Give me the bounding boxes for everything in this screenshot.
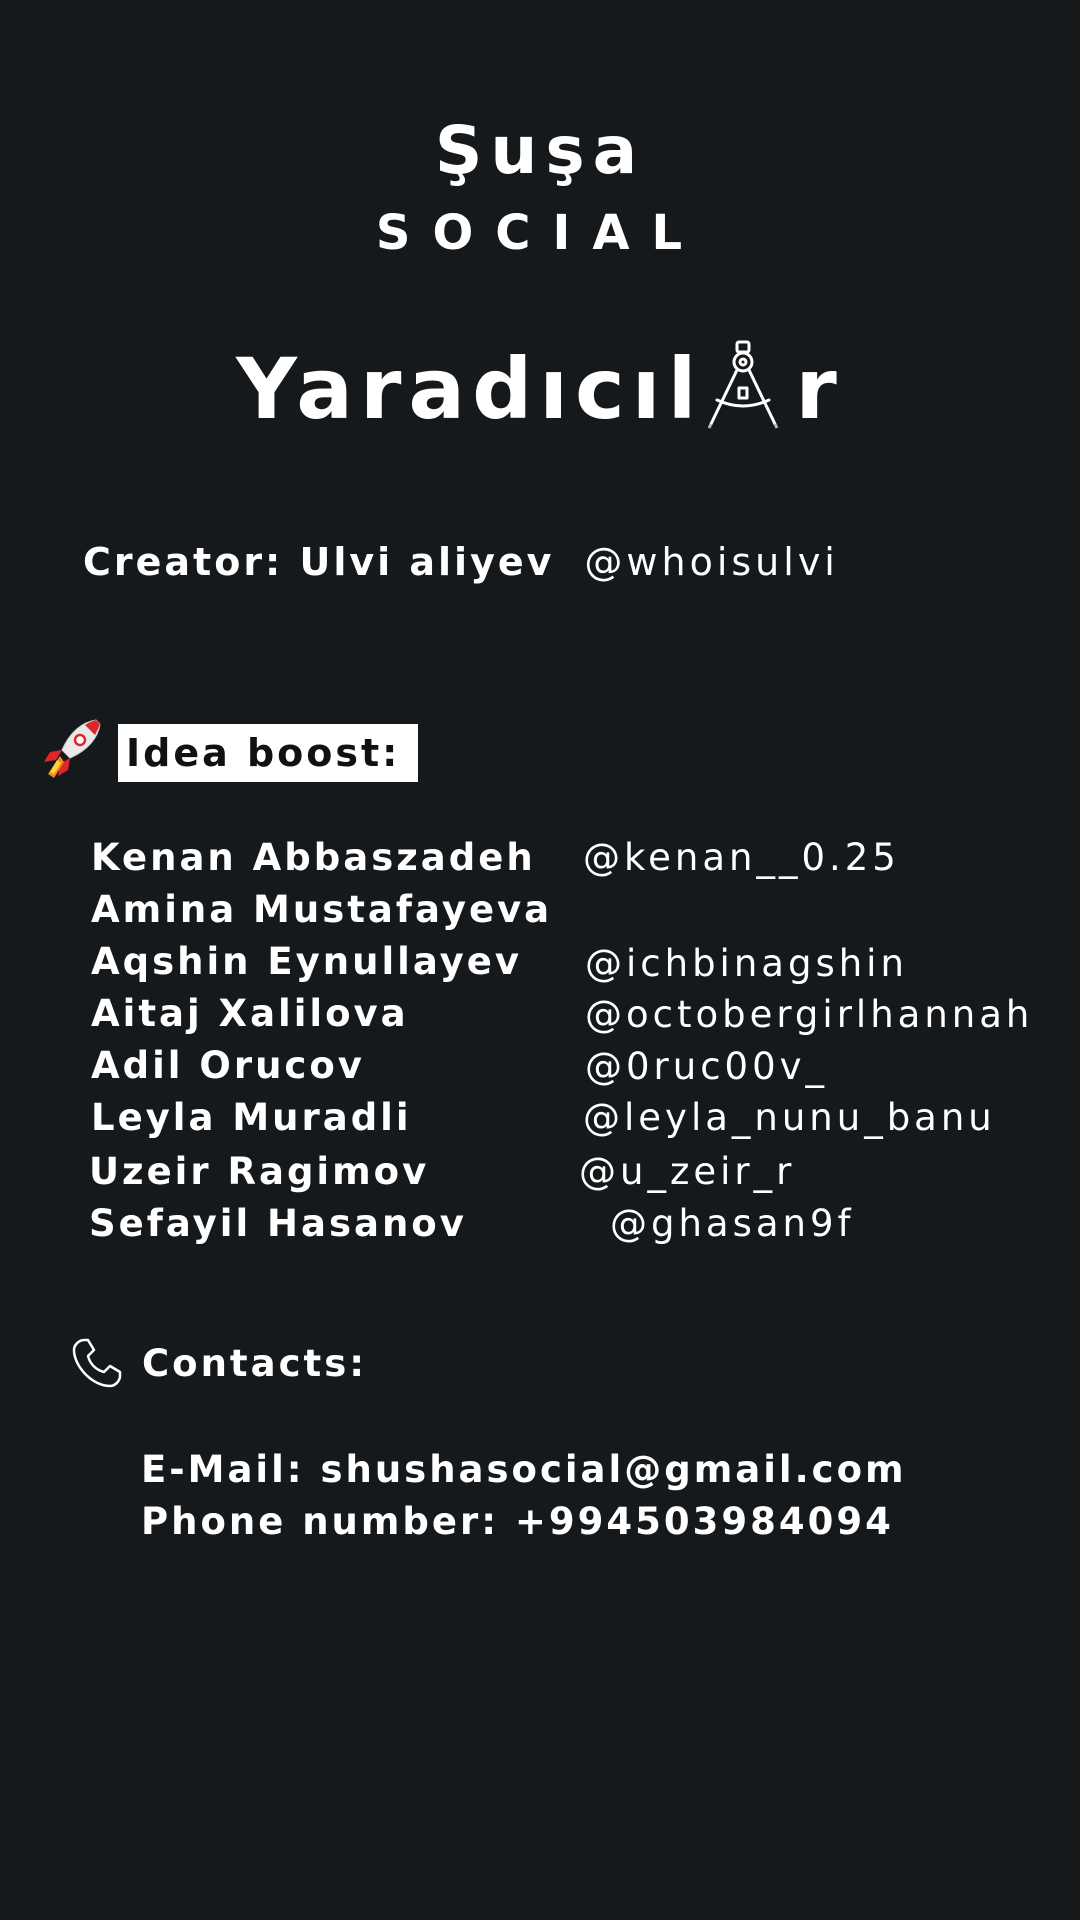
app-logo-wordmark: Şuşa bbox=[434, 112, 646, 189]
idea-boost-header: Idea boost: bbox=[40, 716, 419, 790]
contributor-handle[interactable]: @u_zeir_r bbox=[579, 1150, 795, 1193]
compass-icon bbox=[703, 340, 783, 430]
phone-icon bbox=[72, 1338, 122, 1388]
contacts-header: Contacts: bbox=[70, 1336, 367, 1390]
contributor-name: Aitaj Xalilova bbox=[91, 992, 409, 1035]
contributor-handle[interactable]: @kenan__0.25 bbox=[583, 836, 900, 879]
contributor-handle[interactable]: @ghasan9f bbox=[610, 1202, 855, 1245]
contributor-name: Uzeir Ragimov bbox=[89, 1150, 430, 1193]
page-title-end: r bbox=[795, 340, 844, 438]
page-title: Yaradıcıl r bbox=[0, 340, 1080, 438]
contributor-name: Kenan Abbaszadeh bbox=[91, 836, 536, 879]
email-text[interactable]: E-Mail: shushasocial@gmail.com bbox=[141, 1448, 907, 1491]
page-title-start: Yaradıcıl bbox=[236, 340, 704, 438]
contributor-name: Adil Orucov bbox=[91, 1044, 365, 1087]
idea-boost-label: Idea boost: bbox=[118, 724, 419, 782]
contributor-handle[interactable]: @leyla_nunu_banu bbox=[583, 1096, 996, 1139]
contacts-label: Contacts: bbox=[142, 1341, 368, 1385]
contributor-handle[interactable]: @octobergirlhannah bbox=[585, 993, 1033, 1036]
contributor-handle[interactable]: @ichbinagshin bbox=[585, 942, 908, 985]
rocket-icon bbox=[44, 719, 101, 778]
contributor-handle[interactable]: @0ruc00v_ bbox=[585, 1045, 828, 1088]
phone-number-text[interactable]: Phone number: +994503984094 bbox=[141, 1500, 894, 1543]
app-logo-subtitle: SOCIAL bbox=[375, 205, 705, 261]
contributor-name: Sefayil Hasanov bbox=[89, 1202, 467, 1245]
creator-line: Creator: Ulvi aliyev @whoisulvi bbox=[83, 540, 839, 584]
contributor-name: Aqshin Eynullayev bbox=[91, 940, 522, 983]
contributor-name: Leyla Muradli bbox=[91, 1096, 412, 1139]
creator-label: Creator: Ulvi aliyev bbox=[83, 540, 555, 584]
creator-handle[interactable]: @whoisulvi bbox=[584, 540, 838, 584]
contributor-name: Amina Mustafayeva bbox=[91, 888, 553, 931]
